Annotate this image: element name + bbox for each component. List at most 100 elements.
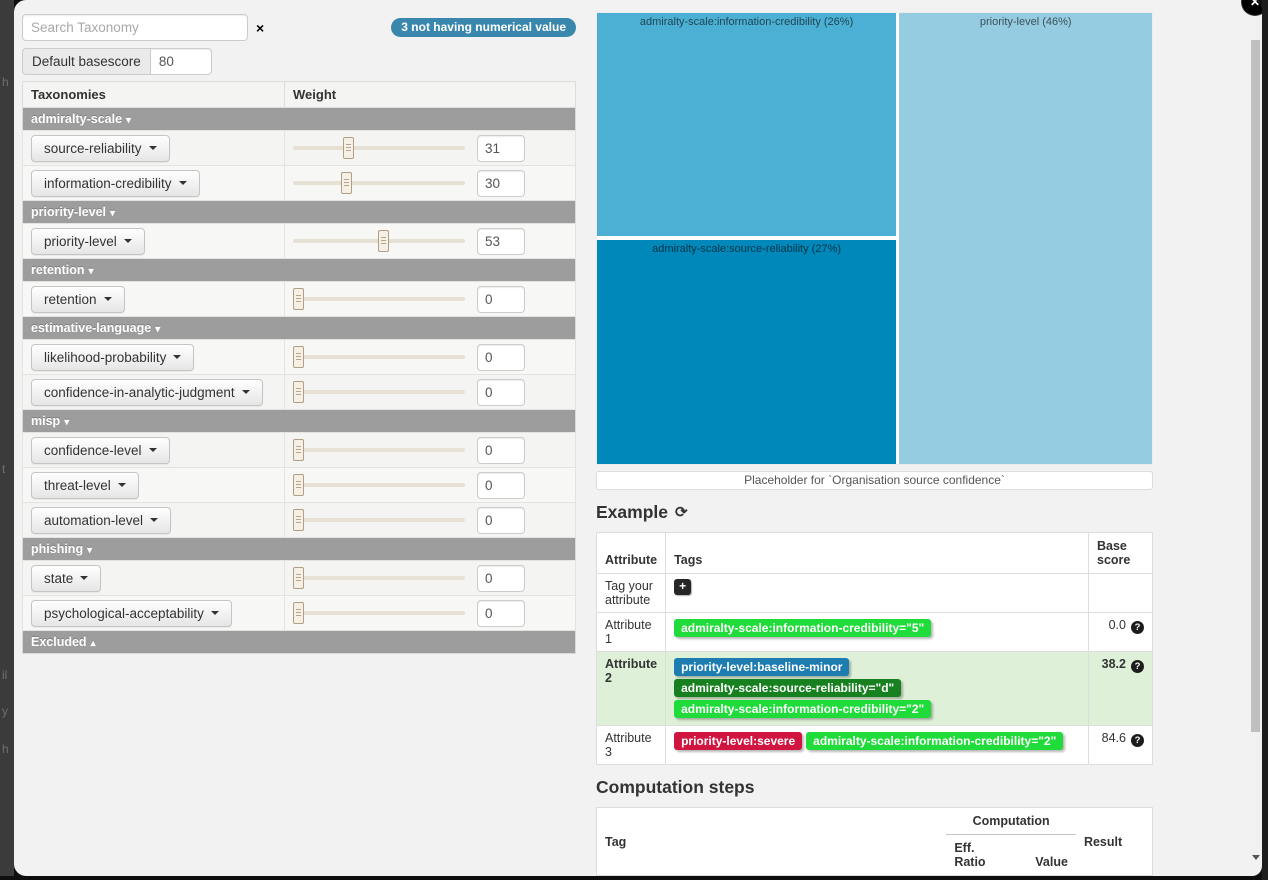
chevron-down-icon: ▾	[88, 266, 93, 277]
slider-thumb[interactable]	[293, 474, 304, 496]
example-attribute-row[interactable]: Attribute 1admiralty-scale:information-c…	[597, 613, 1153, 652]
weight-value-input[interactable]	[477, 344, 525, 371]
example-attribute-row[interactable]: Tag your attribute+	[597, 574, 1153, 613]
slider-thumb[interactable]	[378, 230, 389, 252]
default-basescore-input[interactable]	[150, 48, 212, 75]
chevron-down-icon	[149, 146, 157, 150]
preview-panel: admiralty-scale:information-credibility …	[596, 12, 1153, 876]
taxonomy-dropdown-button[interactable]: likelihood-probability	[31, 344, 194, 371]
tag-badge: priority-level:severe	[674, 732, 802, 750]
weight-value-input[interactable]	[477, 135, 525, 162]
chevron-down-icon: ▾	[64, 417, 69, 428]
comp-tag-header: Tag	[597, 808, 947, 876]
weight-slider[interactable]	[293, 380, 465, 404]
weight-slider[interactable]	[293, 438, 465, 462]
slider-thumb[interactable]	[341, 172, 352, 194]
slider-thumb[interactable]	[293, 439, 304, 461]
modal-scrollbar[interactable]	[1250, 16, 1261, 866]
result-value: 11.62	[1076, 876, 1153, 877]
example-attribute-row[interactable]: Attribute 2priority-level:baseline-minor…	[597, 652, 1153, 726]
weight-value-input[interactable]	[477, 170, 525, 197]
taxonomy-group-header[interactable]: estimative-language▾	[23, 317, 576, 340]
weight-value-input[interactable]	[477, 228, 525, 255]
group-label: Excluded	[31, 635, 87, 649]
comp-operator-header	[994, 835, 1028, 876]
help-icon[interactable]: ?	[1131, 734, 1144, 747]
weight-slider[interactable]	[293, 171, 465, 195]
default-basescore-label: Default basescore	[22, 48, 150, 75]
taxonomy-dropdown-button[interactable]: psychological-acceptability	[31, 600, 232, 627]
scrollbar-down-arrow-icon[interactable]	[1252, 855, 1260, 860]
taxonomy-dropdown-button[interactable]: priority-level	[31, 228, 145, 255]
chevron-down-icon: ▾	[87, 545, 92, 556]
weight-slider[interactable]	[293, 345, 465, 369]
help-icon[interactable]: ?	[1131, 621, 1144, 634]
taxonomy-group-header[interactable]: priority-level▾	[23, 201, 576, 224]
slider-thumb[interactable]	[293, 602, 304, 624]
weight-slider[interactable]	[293, 136, 465, 160]
slider-thumb[interactable]	[293, 381, 304, 403]
taxonomy-dropdown-button[interactable]: source-reliability	[31, 135, 170, 162]
weight-slider[interactable]	[293, 508, 465, 532]
example-attribute-row[interactable]: Attribute 3priority-level:severeadmiralt…	[597, 726, 1153, 765]
refresh-icon[interactable]: ⟳	[675, 505, 688, 520]
search-taxonomy-input[interactable]	[22, 14, 248, 41]
excluded-group-header[interactable]: Excluded▴	[23, 631, 576, 654]
weight-value-input[interactable]	[477, 565, 525, 592]
weight-slider[interactable]	[293, 566, 465, 590]
add-tag-button[interactable]: +	[674, 579, 691, 595]
taxonomy-name-label: information-credibility	[44, 176, 172, 191]
weight-value-input[interactable]	[477, 437, 525, 464]
slider-thumb[interactable]	[293, 288, 304, 310]
scrollbar-thumb[interactable]	[1251, 40, 1260, 732]
taxonomy-dropdown-button[interactable]: confidence-level	[31, 437, 170, 464]
taxonomy-group-header[interactable]: admiralty-scale▾	[23, 108, 576, 131]
weight-value-input[interactable]	[477, 507, 525, 534]
dimmed-background-page: htilyh	[0, 0, 14, 876]
clear-search-icon[interactable]: ×	[256, 20, 264, 36]
help-icon[interactable]: ?	[1131, 660, 1144, 673]
group-label: misp	[31, 414, 60, 428]
slider-thumb[interactable]	[293, 346, 304, 368]
slider-thumb[interactable]	[293, 509, 304, 531]
table-row: priority-level	[23, 224, 576, 259]
taxonomy-group-header[interactable]: misp ▾	[23, 410, 576, 433]
chevron-down-icon	[118, 483, 126, 487]
comp-computation-header: Computation	[946, 808, 1076, 835]
taxonomy-dropdown-button[interactable]: threat-level	[31, 472, 139, 499]
attribute-name: Attribute 2	[597, 652, 666, 726]
not-numerical-badge[interactable]: 3 not having numerical value	[391, 18, 576, 37]
weight-value-input[interactable]	[477, 600, 525, 627]
weight-value-input[interactable]	[477, 379, 525, 406]
slider-track	[293, 448, 465, 452]
taxonomy-dropdown-button[interactable]: confidence-in-analytic-judgment	[31, 379, 263, 406]
table-row: automation-level	[23, 503, 576, 538]
chevron-down-icon	[104, 297, 112, 301]
taxonomy-dropdown-button[interactable]: information-credibility	[31, 170, 200, 197]
attribute-name: Attribute 1	[597, 613, 666, 652]
weight-slider[interactable]	[293, 601, 465, 625]
close-modal-button[interactable]: ✕	[1242, 0, 1262, 15]
taxonomies-column-header: Taxonomies	[23, 82, 285, 108]
table-row: state	[23, 561, 576, 596]
chevron-down-icon	[150, 518, 158, 522]
weight-value-input[interactable]	[477, 472, 525, 499]
slider-thumb[interactable]	[343, 137, 354, 159]
slider-track	[293, 355, 465, 359]
weight-slider[interactable]	[293, 287, 465, 311]
slider-thumb[interactable]	[293, 567, 304, 589]
taxonomy-dropdown-button[interactable]: automation-level	[31, 507, 171, 534]
weight-slider[interactable]	[293, 473, 465, 497]
taxonomy-group-header[interactable]: retention▾	[23, 259, 576, 282]
taxonomy-dropdown-button[interactable]: state	[31, 565, 101, 592]
org-source-confidence-placeholder: Placeholder for `Organisation source con…	[596, 471, 1153, 490]
chevron-down-icon: ▾	[155, 324, 160, 335]
taxonomy-name-label: retention	[44, 292, 97, 307]
taxonomy-name-label: confidence-level	[44, 443, 142, 458]
weight-slider[interactable]	[293, 229, 465, 253]
chevron-down-icon	[124, 239, 132, 243]
taxonomy-group-header[interactable]: phishing▾	[23, 538, 576, 561]
weight-value-input[interactable]	[477, 286, 525, 313]
example-title: Example	[596, 502, 668, 523]
taxonomy-dropdown-button[interactable]: retention	[31, 286, 125, 313]
